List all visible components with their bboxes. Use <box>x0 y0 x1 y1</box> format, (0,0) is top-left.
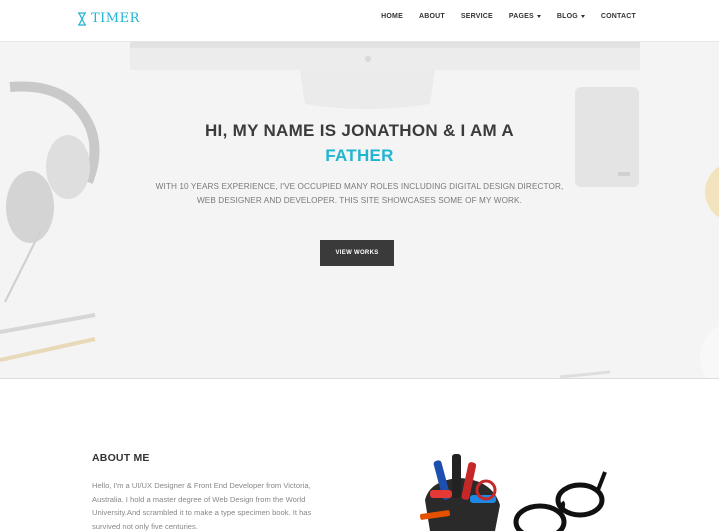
nav-item-about[interactable]: ABOUT <box>419 13 445 20</box>
desk-supplies-image <box>419 454 607 531</box>
nav-item-pages[interactable]: PAGES <box>509 13 541 20</box>
nav-label: PAGES <box>508 13 534 20</box>
brand-logo[interactable]: TIMER <box>77 11 140 26</box>
desk-background-image <box>0 42 719 378</box>
hero-accent-word: FATHER <box>325 146 394 165</box>
nav-item-blog[interactable]: BLOG <box>557 13 585 20</box>
main-nav: HOME ABOUT SERVICE PAGES BLOG CONTACT <box>365 13 636 20</box>
hero-title: HI, MY NAME IS JONATHON & I AM A <box>204 121 514 140</box>
nav-label: ABOUT <box>418 13 445 20</box>
nav-label: HOME <box>381 13 403 20</box>
nav-label: SERVICE <box>460 13 493 20</box>
navbar: TIMER HOME ABOUT SERVICE PAGES BLOG CONT… <box>0 0 719 42</box>
nav-item-home[interactable]: HOME <box>381 13 403 20</box>
hourglass-icon <box>78 11 86 26</box>
brand-name: TIMER <box>91 11 140 26</box>
nav-label: CONTACT <box>600 13 636 20</box>
nav-item-contact[interactable]: CONTACT <box>601 13 636 20</box>
about-text: Hello, I'm a UI/UX Designer & Front End … <box>92 481 312 531</box>
nav-label: BLOG <box>556 13 578 20</box>
about-title: ABOUT ME <box>92 452 150 464</box>
hero-description: WITH 10 YEARS EXPERIENCE, I'VE OCCUPIED … <box>155 182 564 205</box>
hero-section: HI, MY NAME IS JONATHON & I AM A FATHER … <box>0 42 719 379</box>
caret-down-icon <box>580 15 585 18</box>
nav-item-service[interactable]: SERVICE <box>461 13 493 20</box>
caret-down-icon <box>536 15 541 18</box>
view-works-button[interactable]: VIEW WORKS <box>320 240 394 266</box>
about-section: ABOUT ME Hello, I'm a UI/UX Designer & F… <box>0 380 719 531</box>
